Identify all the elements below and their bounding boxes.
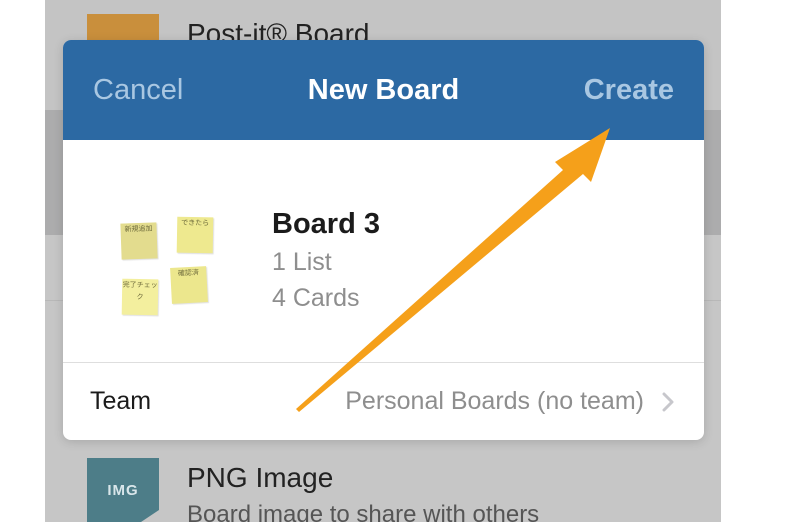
- png-image-thumbnail: IMG: [87, 458, 159, 522]
- board-name: Board 3: [272, 208, 380, 240]
- team-value: Personal Boards (no team): [345, 387, 644, 415]
- board-card-count: 4 Cards: [272, 284, 360, 312]
- sticky-note: できたら: [176, 216, 214, 254]
- sticky-note: 完了チェック: [121, 278, 159, 316]
- page-fold-icon: [141, 510, 159, 522]
- new-board-sheet: New Board Cancel Create 新規追加 できたら 完了チェック…: [63, 40, 704, 440]
- board-preview: 新規追加 できたら 完了チェック 確認済 Board 3 1 List 4 Ca…: [63, 140, 704, 362]
- cancel-button[interactable]: Cancel: [93, 40, 183, 140]
- chevron-right-icon: [662, 392, 674, 412]
- navigation-bar: New Board Cancel Create: [63, 40, 704, 140]
- png-image-title: PNG Image: [187, 462, 334, 493]
- team-label: Team: [90, 387, 152, 415]
- png-image-subtitle: Board image to share with others: [187, 501, 540, 522]
- sticky-note: 確認済: [170, 266, 208, 304]
- board-list-count: 1 List: [272, 248, 332, 276]
- png-image-thumbnail-label: IMG: [107, 481, 139, 499]
- sticky-note: 新規追加: [120, 222, 158, 260]
- create-button[interactable]: Create: [584, 40, 674, 140]
- team-selector-row[interactable]: Team Personal Boards (no team): [63, 363, 704, 440]
